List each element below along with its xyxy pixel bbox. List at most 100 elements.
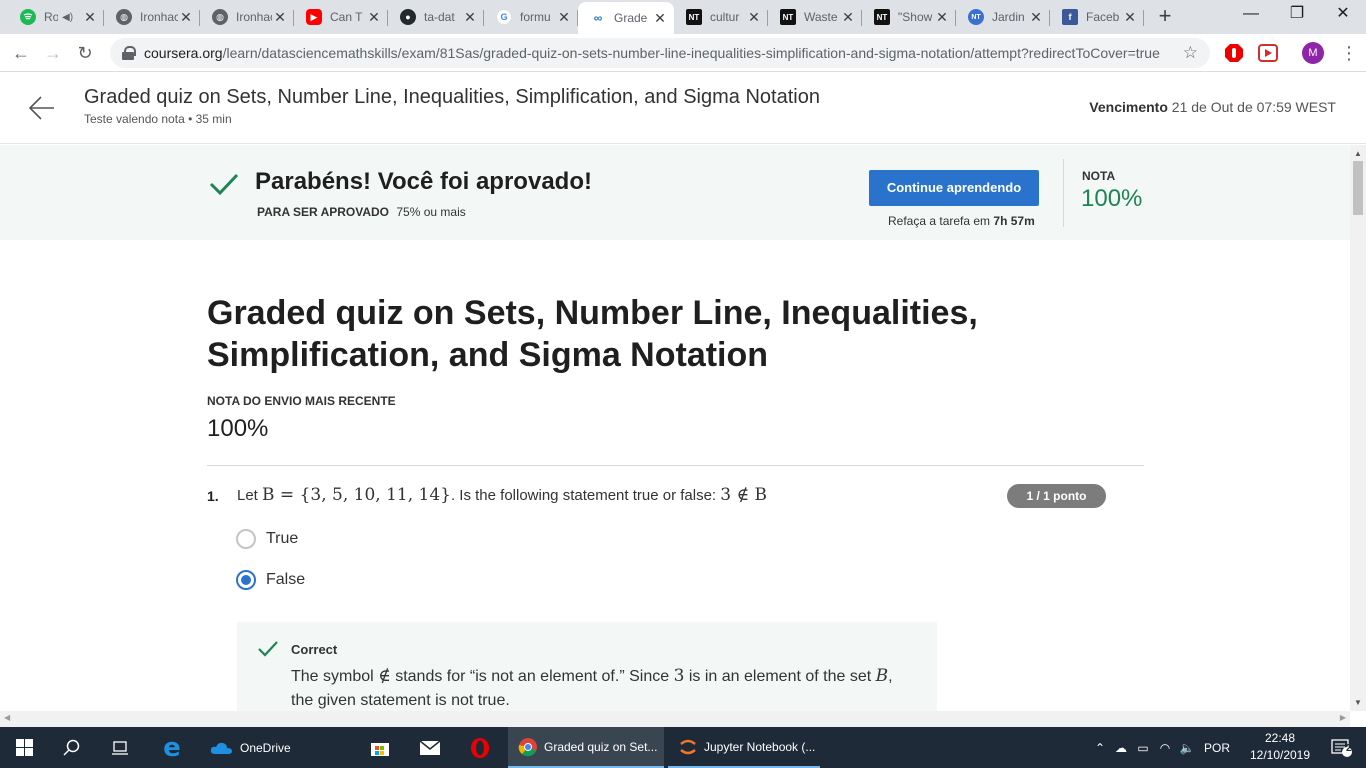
task-view-icon[interactable] [96,727,144,768]
browser-tab[interactable]: G formu ✕ [484,2,578,32]
onedrive-icon [210,742,232,754]
browser-tab[interactable]: Ro ◀) ✕ [8,2,104,32]
browser-tab[interactable]: NT "Show ✕ [862,2,956,32]
browser-menu-icon[interactable]: ⋮ [1340,40,1358,66]
option-true[interactable]: True [236,527,298,551]
retake-time: 7h 57m [993,214,1035,228]
close-tab-icon[interactable]: ✕ [366,9,382,26]
scroll-down-icon[interactable]: ▼ [1354,698,1362,707]
radio-button-selected[interactable] [236,570,256,590]
windows-start-icon[interactable] [0,727,48,768]
notification-count: 2 [1346,743,1352,754]
tab-title: formu [520,10,551,24]
horizontal-scrollbar[interactable]: ◀ ▶ [0,711,1350,727]
browser-tab[interactable]: f Faceb ✕ [1050,2,1144,32]
browser-tab[interactable]: ◍ Ironhack ✕ [104,2,200,32]
close-tab-icon[interactable]: ✕ [746,9,762,26]
facebook-icon: f [1062,9,1078,25]
header-title: Graded quiz on Sets, Number Line, Inequa… [84,86,820,108]
browser-tab[interactable]: ◍ Ironhack ✕ [200,2,294,32]
browser-tab[interactable]: NT cultur ✕ [674,2,768,32]
opera-icon[interactable] [456,727,504,768]
wifi-icon[interactable]: ◠ [1154,741,1176,755]
close-tab-icon[interactable]: ✕ [652,10,668,27]
close-window-button[interactable]: ✕ [1320,0,1366,30]
due-date: Vencimento 21 de Out de 07:59 WEST [1089,99,1336,115]
volume-icon[interactable]: 🔈 [1176,741,1198,755]
coursera-icon: ∞ [590,10,606,26]
browser-toolbar: ← → ↻ coursera.org/learn/datasciencemath… [0,34,1366,72]
due-label: Vencimento [1089,99,1168,115]
option-label: True [266,530,299,547]
tab-title: Faceb [1086,10,1120,24]
edge-browser-icon[interactable]: e [148,727,196,768]
address-bar[interactable]: coursera.org/learn/datasciencemathskills… [110,38,1210,68]
windows-taskbar: e OneDrive Graded quiz on Set... Jupyter… [0,727,1366,768]
back-arrow-icon[interactable] [28,94,56,122]
close-tab-icon[interactable]: ✕ [82,9,98,26]
forward-button[interactable]: → [40,40,66,66]
search-icon[interactable] [48,727,96,768]
passed-banner: Parabéns! Você foi aprovado! PARA SER AP… [0,145,1350,240]
adblock-extension-icon[interactable] [1224,43,1244,63]
close-tab-icon[interactable]: ✕ [934,9,950,26]
scroll-up-icon[interactable]: ▲ [1354,149,1362,158]
restore-button[interactable]: ❐ [1274,0,1320,30]
mail-icon[interactable] [406,727,454,768]
tab-title: ta-dat [424,10,455,24]
system-clock[interactable]: 22:48 12/10/2019 [1240,730,1320,764]
browser-tab-active[interactable]: ∞ Grade ✕ [578,2,674,34]
radio-button[interactable] [236,529,256,549]
speaker-icon[interactable]: ◀) [62,12,73,23]
show-hidden-icons[interactable]: ⌃ [1090,741,1110,755]
taskbar-jupyter[interactable]: Jupyter Notebook (... [668,727,820,768]
option-false[interactable]: False [236,568,305,592]
back-button[interactable]: ← [8,40,34,66]
scroll-right-icon[interactable]: ▶ [1340,713,1346,722]
close-tab-icon[interactable]: ✕ [178,9,194,26]
close-tab-icon[interactable]: ✕ [1028,9,1044,26]
vertical-scrollbar[interactable]: ▲ ▼ [1350,145,1366,711]
reload-button[interactable]: ↻ [72,40,98,66]
tab-title: Waste [804,10,838,24]
url-host: coursera.org [144,45,223,61]
media-extension-icon[interactable] [1258,43,1278,63]
language-indicator[interactable]: POR [1204,741,1230,755]
profile-avatar[interactable]: M [1302,42,1324,64]
close-tab-icon[interactable]: ✕ [1122,9,1138,26]
browser-tab[interactable]: NT Waste ✕ [768,2,862,32]
scroll-left-icon[interactable]: ◀ [4,713,10,722]
scroll-thumb[interactable] [1353,161,1363,215]
taskbar-app-label: Jupyter Notebook (... [704,739,816,754]
cloud-icon[interactable]: ☁ [1110,741,1132,755]
store-icon[interactable] [356,727,404,768]
quiz-title: Graded quiz on Sets, Number Line, Inequa… [207,294,978,374]
close-tab-icon[interactable]: ✕ [272,9,288,26]
continue-learning-button[interactable]: Continue aprendendo [869,170,1039,206]
close-tab-icon[interactable]: ✕ [556,9,572,26]
feedback-box: Correct The symbol ∉ stands for “is not … [237,622,937,711]
bookmark-star-icon[interactable]: ☆ [1183,43,1198,63]
browser-tab[interactable]: ▶ Can T ✕ [294,2,388,32]
math-statement: 3 ∉ B [720,485,767,505]
nt-icon: NT [874,9,890,25]
browser-tab[interactable]: NT Jardin ✕ [956,2,1050,32]
taskbar-onedrive[interactable]: OneDrive [200,727,352,768]
battery-icon[interactable]: ▭ [1132,741,1154,755]
minimize-button[interactable]: — [1228,0,1274,30]
jupyter-icon [680,739,696,754]
new-tab-button[interactable]: + [1152,4,1178,30]
option-label: False [266,571,306,588]
taskbar-app-label: OneDrive [240,740,291,755]
recent-grade-label: NOTA DO ENVIO MAIS RECENTE [207,394,396,408]
retake-prefix: Refaça a tarefa em [888,214,991,228]
lock-icon[interactable] [122,46,136,60]
close-tab-icon[interactable]: ✕ [462,9,478,26]
notification-center-icon[interactable]: 2 [1318,727,1366,768]
taskbar-chrome[interactable]: Graded quiz on Set... [508,727,664,768]
tab-title: Grade [614,11,648,25]
browser-tab[interactable]: ● ta-dat ✕ [388,2,484,32]
recent-grade-value: 100% [207,415,269,442]
url-text[interactable]: coursera.org/learn/datasciencemathskills… [144,45,1174,61]
close-tab-icon[interactable]: ✕ [840,9,856,26]
